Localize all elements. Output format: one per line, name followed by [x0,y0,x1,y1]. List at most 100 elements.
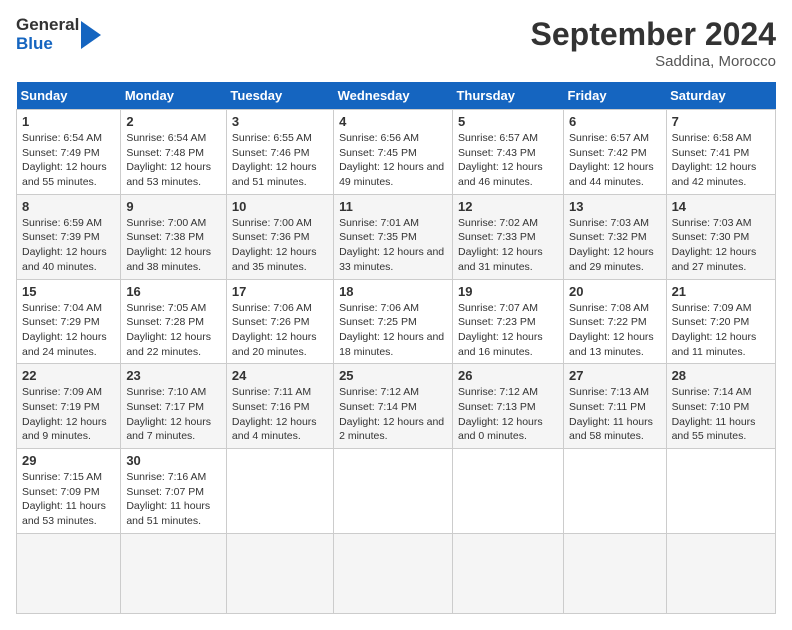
calendar-row [17,533,776,613]
day-info: Sunrise: 7:11 AM Sunset: 7:16 PM Dayligh… [232,385,328,444]
day-info: Sunrise: 7:16 AM Sunset: 7:07 PM Dayligh… [126,470,221,529]
day-number: 26 [458,368,558,383]
logo-text-blue: Blue [16,35,79,54]
calendar-cell: 26 Sunrise: 7:12 AM Sunset: 7:13 PM Dayl… [452,364,563,449]
day-info: Sunrise: 7:09 AM Sunset: 7:20 PM Dayligh… [672,301,770,360]
day-info: Sunrise: 7:02 AM Sunset: 7:33 PM Dayligh… [458,216,558,275]
calendar-cell: 28 Sunrise: 7:14 AM Sunset: 7:10 PM Dayl… [666,364,775,449]
day-number: 16 [126,284,221,299]
calendar-cell [564,449,667,534]
day-number: 25 [339,368,447,383]
calendar-cell: 5 Sunrise: 6:57 AM Sunset: 7:43 PM Dayli… [452,110,563,195]
day-info: Sunrise: 7:00 AM Sunset: 7:36 PM Dayligh… [232,216,328,275]
day-number: 8 [22,199,115,214]
calendar-cell: 22 Sunrise: 7:09 AM Sunset: 7:19 PM Dayl… [17,364,121,449]
calendar-cell [334,533,453,613]
calendar-table: Sunday Monday Tuesday Wednesday Thursday… [16,82,776,614]
calendar-title: September 2024 [531,16,776,53]
calendar-cell [666,449,775,534]
day-info: Sunrise: 7:15 AM Sunset: 7:09 PM Dayligh… [22,470,115,529]
day-number: 29 [22,453,115,468]
calendar-cell: 23 Sunrise: 7:10 AM Sunset: 7:17 PM Dayl… [121,364,227,449]
col-friday: Friday [564,82,667,110]
day-info: Sunrise: 6:54 AM Sunset: 7:48 PM Dayligh… [126,131,221,190]
calendar-cell: 10 Sunrise: 7:00 AM Sunset: 7:36 PM Dayl… [226,194,333,279]
calendar-cell: 20 Sunrise: 7:08 AM Sunset: 7:22 PM Dayl… [564,279,667,364]
day-number: 10 [232,199,328,214]
logo-arrow-icon [81,17,101,53]
col-tuesday: Tuesday [226,82,333,110]
day-info: Sunrise: 7:10 AM Sunset: 7:17 PM Dayligh… [126,385,221,444]
calendar-row: 8 Sunrise: 6:59 AM Sunset: 7:39 PM Dayli… [17,194,776,279]
day-number: 17 [232,284,328,299]
calendar-cell: 9 Sunrise: 7:00 AM Sunset: 7:38 PM Dayli… [121,194,227,279]
col-thursday: Thursday [452,82,563,110]
day-info: Sunrise: 7:00 AM Sunset: 7:38 PM Dayligh… [126,216,221,275]
day-info: Sunrise: 7:08 AM Sunset: 7:22 PM Dayligh… [569,301,661,360]
day-number: 23 [126,368,221,383]
calendar-row: 22 Sunrise: 7:09 AM Sunset: 7:19 PM Dayl… [17,364,776,449]
calendar-cell [334,449,453,534]
day-number: 2 [126,114,221,129]
calendar-cell [666,533,775,613]
calendar-cell: 19 Sunrise: 7:07 AM Sunset: 7:23 PM Dayl… [452,279,563,364]
calendar-cell: 6 Sunrise: 6:57 AM Sunset: 7:42 PM Dayli… [564,110,667,195]
calendar-cell [226,449,333,534]
day-info: Sunrise: 6:55 AM Sunset: 7:46 PM Dayligh… [232,131,328,190]
day-number: 27 [569,368,661,383]
calendar-row: 1 Sunrise: 6:54 AM Sunset: 7:49 PM Dayli… [17,110,776,195]
day-number: 15 [22,284,115,299]
calendar-cell [452,449,563,534]
day-info: Sunrise: 6:57 AM Sunset: 7:43 PM Dayligh… [458,131,558,190]
day-info: Sunrise: 7:13 AM Sunset: 7:11 PM Dayligh… [569,385,661,444]
day-number: 7 [672,114,770,129]
calendar-row: 29 Sunrise: 7:15 AM Sunset: 7:09 PM Dayl… [17,449,776,534]
calendar-cell: 3 Sunrise: 6:55 AM Sunset: 7:46 PM Dayli… [226,110,333,195]
logo-text-general: General [16,16,79,35]
col-wednesday: Wednesday [334,82,453,110]
day-number: 24 [232,368,328,383]
day-number: 6 [569,114,661,129]
day-number: 13 [569,199,661,214]
title-section: September 2024 Saddina, Morocco [531,16,776,70]
calendar-cell [226,533,333,613]
header: General Blue September 2024 Saddina, Mor… [16,16,776,70]
col-sunday: Sunday [17,82,121,110]
calendar-cell: 8 Sunrise: 6:59 AM Sunset: 7:39 PM Dayli… [17,194,121,279]
day-info: Sunrise: 7:03 AM Sunset: 7:30 PM Dayligh… [672,216,770,275]
calendar-cell: 16 Sunrise: 7:05 AM Sunset: 7:28 PM Dayl… [121,279,227,364]
calendar-cell: 30 Sunrise: 7:16 AM Sunset: 7:07 PM Dayl… [121,449,227,534]
calendar-cell: 11 Sunrise: 7:01 AM Sunset: 7:35 PM Dayl… [334,194,453,279]
calendar-cell: 21 Sunrise: 7:09 AM Sunset: 7:20 PM Dayl… [666,279,775,364]
calendar-cell: 4 Sunrise: 6:56 AM Sunset: 7:45 PM Dayli… [334,110,453,195]
day-info: Sunrise: 7:06 AM Sunset: 7:26 PM Dayligh… [232,301,328,360]
calendar-cell [121,533,227,613]
calendar-cell [17,533,121,613]
calendar-subtitle: Saddina, Morocco [531,53,776,70]
calendar-cell: 24 Sunrise: 7:11 AM Sunset: 7:16 PM Dayl… [226,364,333,449]
calendar-cell [452,533,563,613]
day-number: 19 [458,284,558,299]
day-info: Sunrise: 7:12 AM Sunset: 7:14 PM Dayligh… [339,385,447,444]
day-number: 3 [232,114,328,129]
calendar-cell: 29 Sunrise: 7:15 AM Sunset: 7:09 PM Dayl… [17,449,121,534]
day-info: Sunrise: 7:04 AM Sunset: 7:29 PM Dayligh… [22,301,115,360]
day-number: 9 [126,199,221,214]
calendar-cell: 7 Sunrise: 6:58 AM Sunset: 7:41 PM Dayli… [666,110,775,195]
day-number: 22 [22,368,115,383]
col-saturday: Saturday [666,82,775,110]
day-info: Sunrise: 7:05 AM Sunset: 7:28 PM Dayligh… [126,301,221,360]
day-number: 30 [126,453,221,468]
day-info: Sunrise: 6:54 AM Sunset: 7:49 PM Dayligh… [22,131,115,190]
col-monday: Monday [121,82,227,110]
calendar-cell: 27 Sunrise: 7:13 AM Sunset: 7:11 PM Dayl… [564,364,667,449]
day-info: Sunrise: 7:12 AM Sunset: 7:13 PM Dayligh… [458,385,558,444]
calendar-cell: 17 Sunrise: 7:06 AM Sunset: 7:26 PM Dayl… [226,279,333,364]
day-info: Sunrise: 6:59 AM Sunset: 7:39 PM Dayligh… [22,216,115,275]
day-info: Sunrise: 7:06 AM Sunset: 7:25 PM Dayligh… [339,301,447,360]
day-number: 1 [22,114,115,129]
day-number: 21 [672,284,770,299]
calendar-cell: 14 Sunrise: 7:03 AM Sunset: 7:30 PM Dayl… [666,194,775,279]
header-row: Sunday Monday Tuesday Wednesday Thursday… [17,82,776,110]
day-info: Sunrise: 6:56 AM Sunset: 7:45 PM Dayligh… [339,131,447,190]
